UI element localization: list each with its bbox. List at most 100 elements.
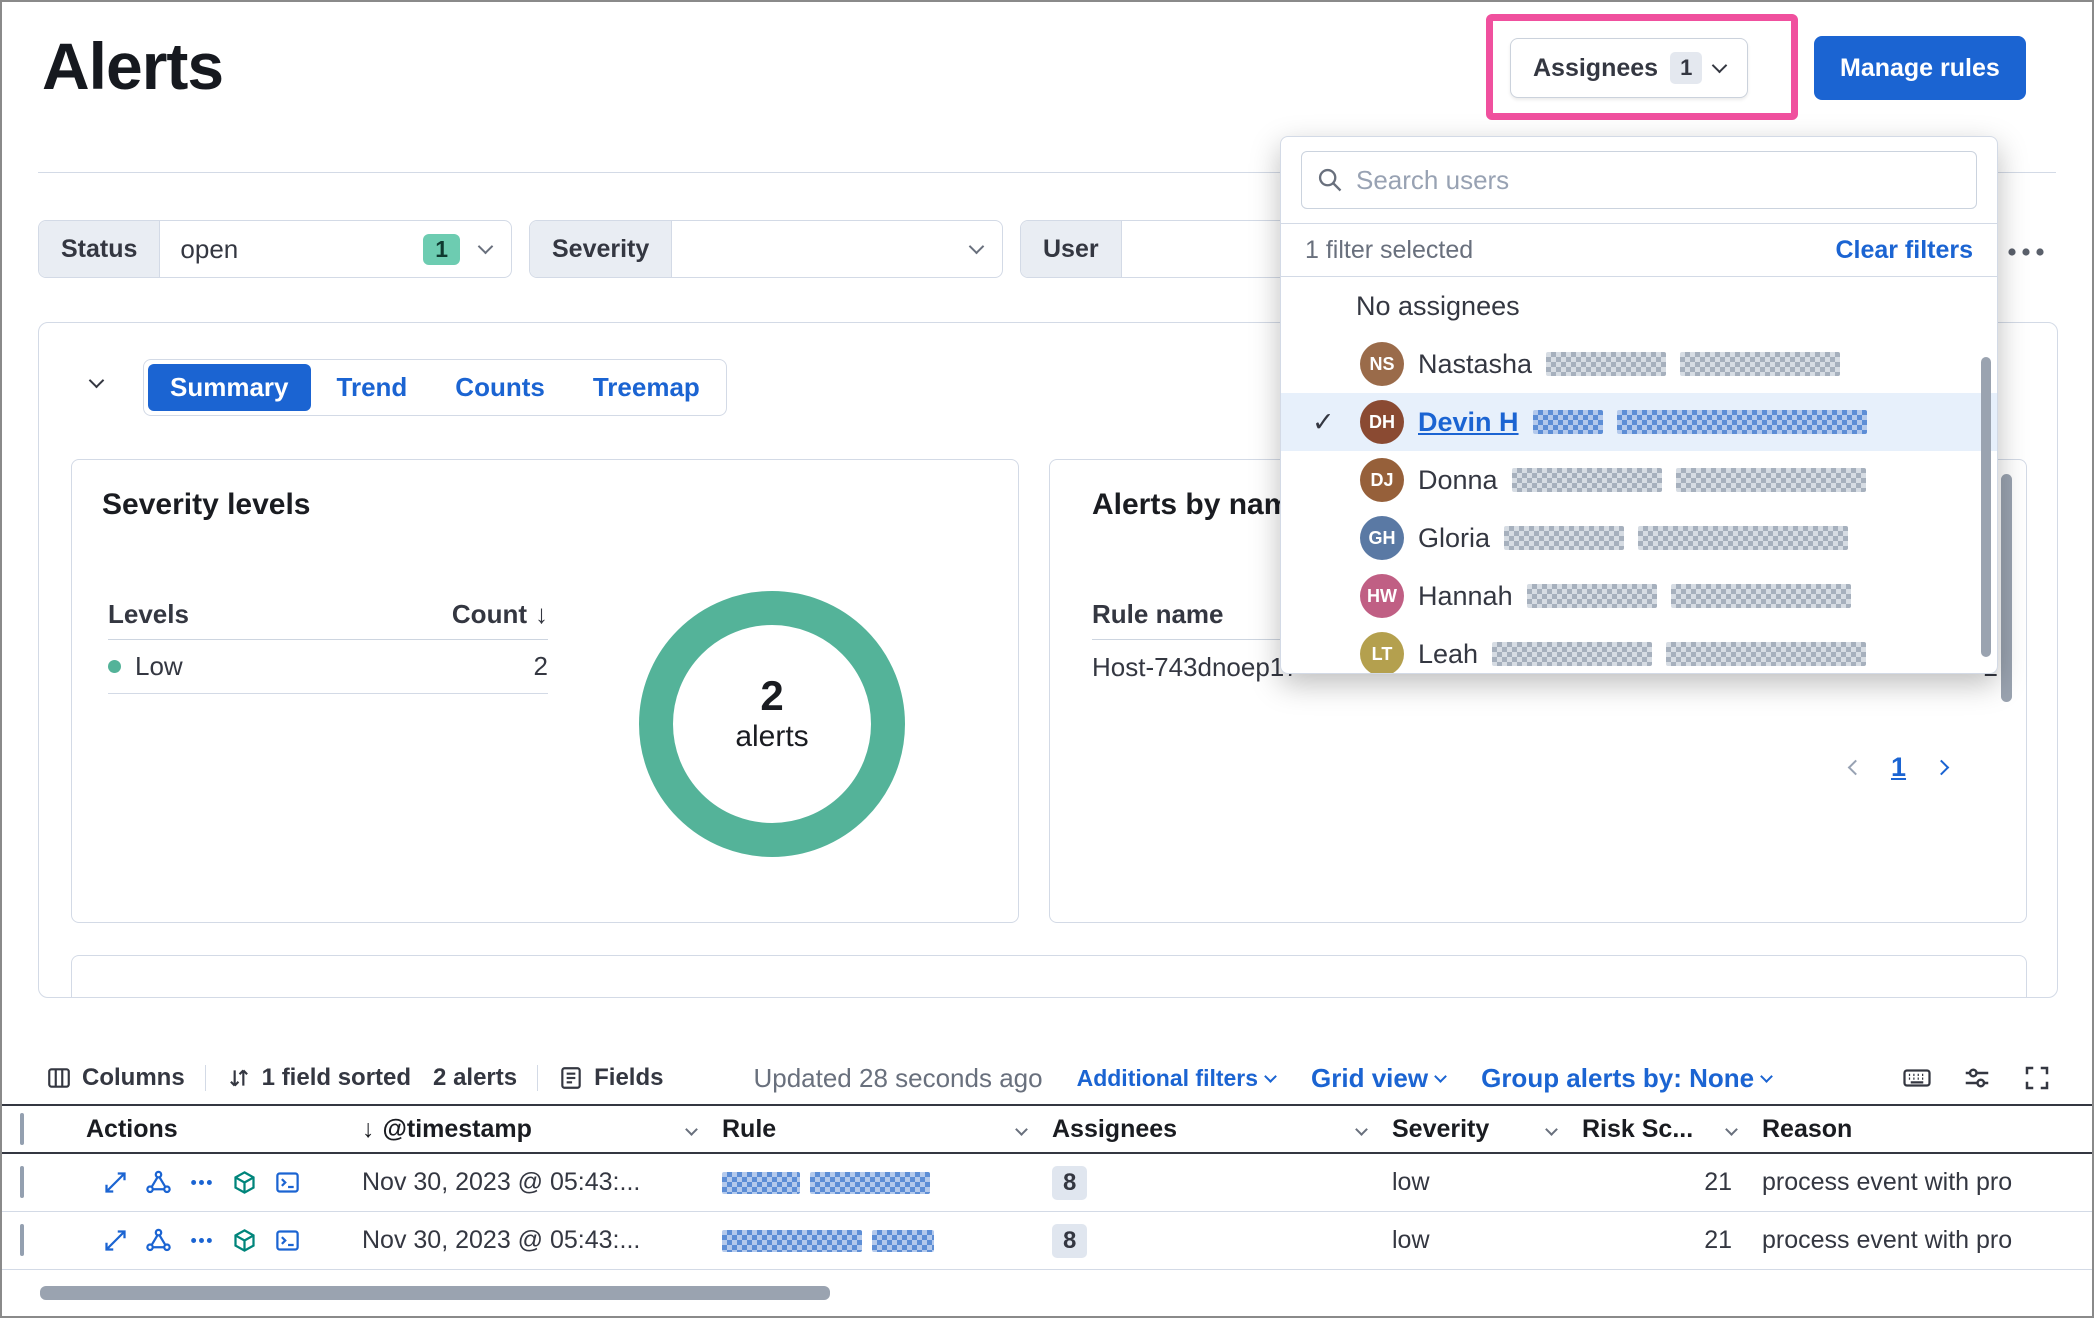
columns-icon	[46, 1065, 72, 1091]
more-filters-button[interactable]	[2004, 242, 2048, 262]
rule-name-value: Host-743dnoep17	[1092, 652, 1299, 683]
avatar: HW	[1360, 574, 1404, 618]
chart-collapse-toggle[interactable]	[89, 373, 105, 389]
more-actions-button[interactable]	[188, 1227, 215, 1254]
assignee-option[interactable]: NS Nastasha	[1281, 335, 1997, 393]
assignee-option[interactable]: DJ Donna	[1281, 451, 1997, 509]
status-filter-label: Status	[39, 221, 160, 277]
assignee-option[interactable]: GH Gloria	[1281, 509, 1997, 567]
assignees-filter-button[interactable]: Assignees 1	[1510, 38, 1748, 98]
sort-desc-icon: ↓	[535, 599, 548, 630]
clear-filters-link[interactable]: Clear filters	[1835, 236, 1973, 265]
user-name: Gloria	[1418, 523, 1490, 554]
assignees-count-badge: 1	[1670, 52, 1702, 84]
filter-selected-text: 1 filter selected	[1305, 236, 1473, 265]
pagination: 1	[1850, 752, 1947, 783]
risk-score-cell: 21	[1582, 1168, 1762, 1197]
tab-summary[interactable]: Summary	[148, 364, 311, 411]
severity-column-header[interactable]: Severity	[1392, 1115, 1582, 1144]
card-scrollbar[interactable]	[2001, 474, 2012, 702]
rule-cell[interactable]	[722, 1172, 1052, 1194]
reason-column-header[interactable]: Reason	[1762, 1115, 2092, 1144]
expand-alert-button[interactable]	[102, 1169, 129, 1196]
assignees-count-badge[interactable]: 8	[1052, 1224, 1087, 1258]
chevron-down-icon	[1760, 1070, 1773, 1083]
severity-table: Levels Count ↓ Low 2	[108, 590, 548, 694]
redacted-text	[1676, 468, 1866, 492]
assignees-column-header[interactable]: Assignees	[1052, 1115, 1392, 1144]
session-viewer-button[interactable]	[231, 1227, 258, 1254]
redacted-text	[1527, 584, 1657, 608]
status-filter-value: open	[180, 234, 238, 265]
sorted-fields-button[interactable]: 1 field sorted	[226, 1064, 411, 1092]
severity-row-low: Low 2	[108, 640, 548, 694]
fullscreen-button[interactable]	[2022, 1063, 2052, 1093]
timestamp-cell: Nov 30, 2023 @ 05:43:...	[362, 1168, 722, 1197]
fields-icon	[558, 1065, 584, 1091]
page-number[interactable]: 1	[1891, 752, 1906, 783]
avatar: GH	[1360, 516, 1404, 560]
grid-view-button[interactable]: Grid view	[1311, 1063, 1445, 1094]
sliders-icon	[1962, 1063, 1992, 1093]
no-assignees-label: No assignees	[1356, 291, 1520, 322]
group-alerts-by-button[interactable]: Group alerts by: None	[1481, 1063, 1771, 1094]
manage-rules-button[interactable]: Manage rules	[1814, 36, 2026, 100]
timestamp-column-header[interactable]: ↓ @timestamp	[362, 1115, 722, 1144]
analyze-event-button[interactable]	[145, 1169, 172, 1196]
open-terminal-button[interactable]	[274, 1227, 301, 1254]
assignee-option-none[interactable]: No assignees	[1281, 277, 1997, 335]
risk-score-column-header[interactable]: Risk Sc...	[1582, 1115, 1762, 1144]
avatar: DH	[1360, 400, 1404, 444]
chevron-down-icon	[1434, 1070, 1447, 1083]
severity-col-count[interactable]: Count	[452, 599, 527, 630]
assignees-count-badge[interactable]: 8	[1052, 1166, 1087, 1200]
analyze-event-button[interactable]	[145, 1227, 172, 1254]
row-checkbox[interactable]	[20, 1166, 24, 1198]
select-all-checkbox[interactable]	[20, 1113, 24, 1145]
reason-cell: process event with pro	[1762, 1226, 2092, 1255]
session-viewer-button[interactable]	[231, 1169, 258, 1196]
reason-cell: process event with pro	[1762, 1168, 2092, 1197]
assignee-option[interactable]: HW Hannah	[1281, 567, 1997, 625]
row-checkbox[interactable]	[20, 1224, 24, 1256]
display-options-button[interactable]	[1962, 1063, 1992, 1093]
fields-button[interactable]: Fields	[558, 1064, 663, 1092]
risk-score-cell: 21	[1582, 1226, 1762, 1255]
keyboard-shortcuts-button[interactable]	[1902, 1063, 1932, 1093]
severity-level-count: 2	[534, 651, 548, 682]
assignee-option-selected[interactable]: ✓ DH Devin H	[1281, 393, 1997, 451]
sort-icon	[226, 1065, 252, 1091]
open-terminal-button[interactable]	[274, 1169, 301, 1196]
popover-scrollbar[interactable]	[1981, 357, 1991, 657]
severity-levels-card: Severity levels Levels Count ↓ Low 2	[71, 459, 1019, 923]
tab-treemap[interactable]: Treemap	[571, 364, 722, 411]
more-actions-button[interactable]	[188, 1169, 215, 1196]
user-name: Devin H	[1418, 407, 1519, 438]
severity-filter[interactable]: Severity	[529, 220, 1003, 278]
alerts-by-name-title: Alerts by name	[1092, 488, 1307, 522]
tab-trend[interactable]: Trend	[315, 364, 430, 411]
horizontal-scrollbar[interactable]	[40, 1286, 830, 1300]
chevron-down-icon	[685, 1123, 698, 1136]
severity-cell: low	[1392, 1168, 1582, 1197]
expand-alert-button[interactable]	[102, 1227, 129, 1254]
user-name: Hannah	[1418, 581, 1513, 612]
analyzer-icon	[145, 1169, 172, 1196]
chevron-down-icon	[1725, 1123, 1738, 1136]
columns-button[interactable]: Columns	[46, 1064, 185, 1092]
assignee-option[interactable]: LT Leah	[1281, 625, 1997, 674]
previous-page-icon[interactable]	[1848, 760, 1864, 776]
check-icon: ✓	[1312, 407, 1346, 438]
timestamp-cell: Nov 30, 2023 @ 05:43:...	[362, 1226, 722, 1255]
status-filter[interactable]: Status open 1	[38, 220, 512, 278]
next-page-icon[interactable]	[1934, 760, 1950, 776]
donut-center-label: 2 alerts	[634, 672, 910, 754]
cube-icon	[231, 1227, 258, 1254]
search-users-input[interactable]	[1356, 165, 1962, 196]
donut-unit: alerts	[634, 720, 910, 754]
additional-filters-button[interactable]: Additional filters	[1077, 1065, 1275, 1092]
rule-column-header[interactable]: Rule	[722, 1115, 1052, 1144]
chevron-down-icon	[1015, 1123, 1028, 1136]
rule-cell[interactable]	[722, 1230, 1052, 1252]
tab-counts[interactable]: Counts	[433, 364, 567, 411]
